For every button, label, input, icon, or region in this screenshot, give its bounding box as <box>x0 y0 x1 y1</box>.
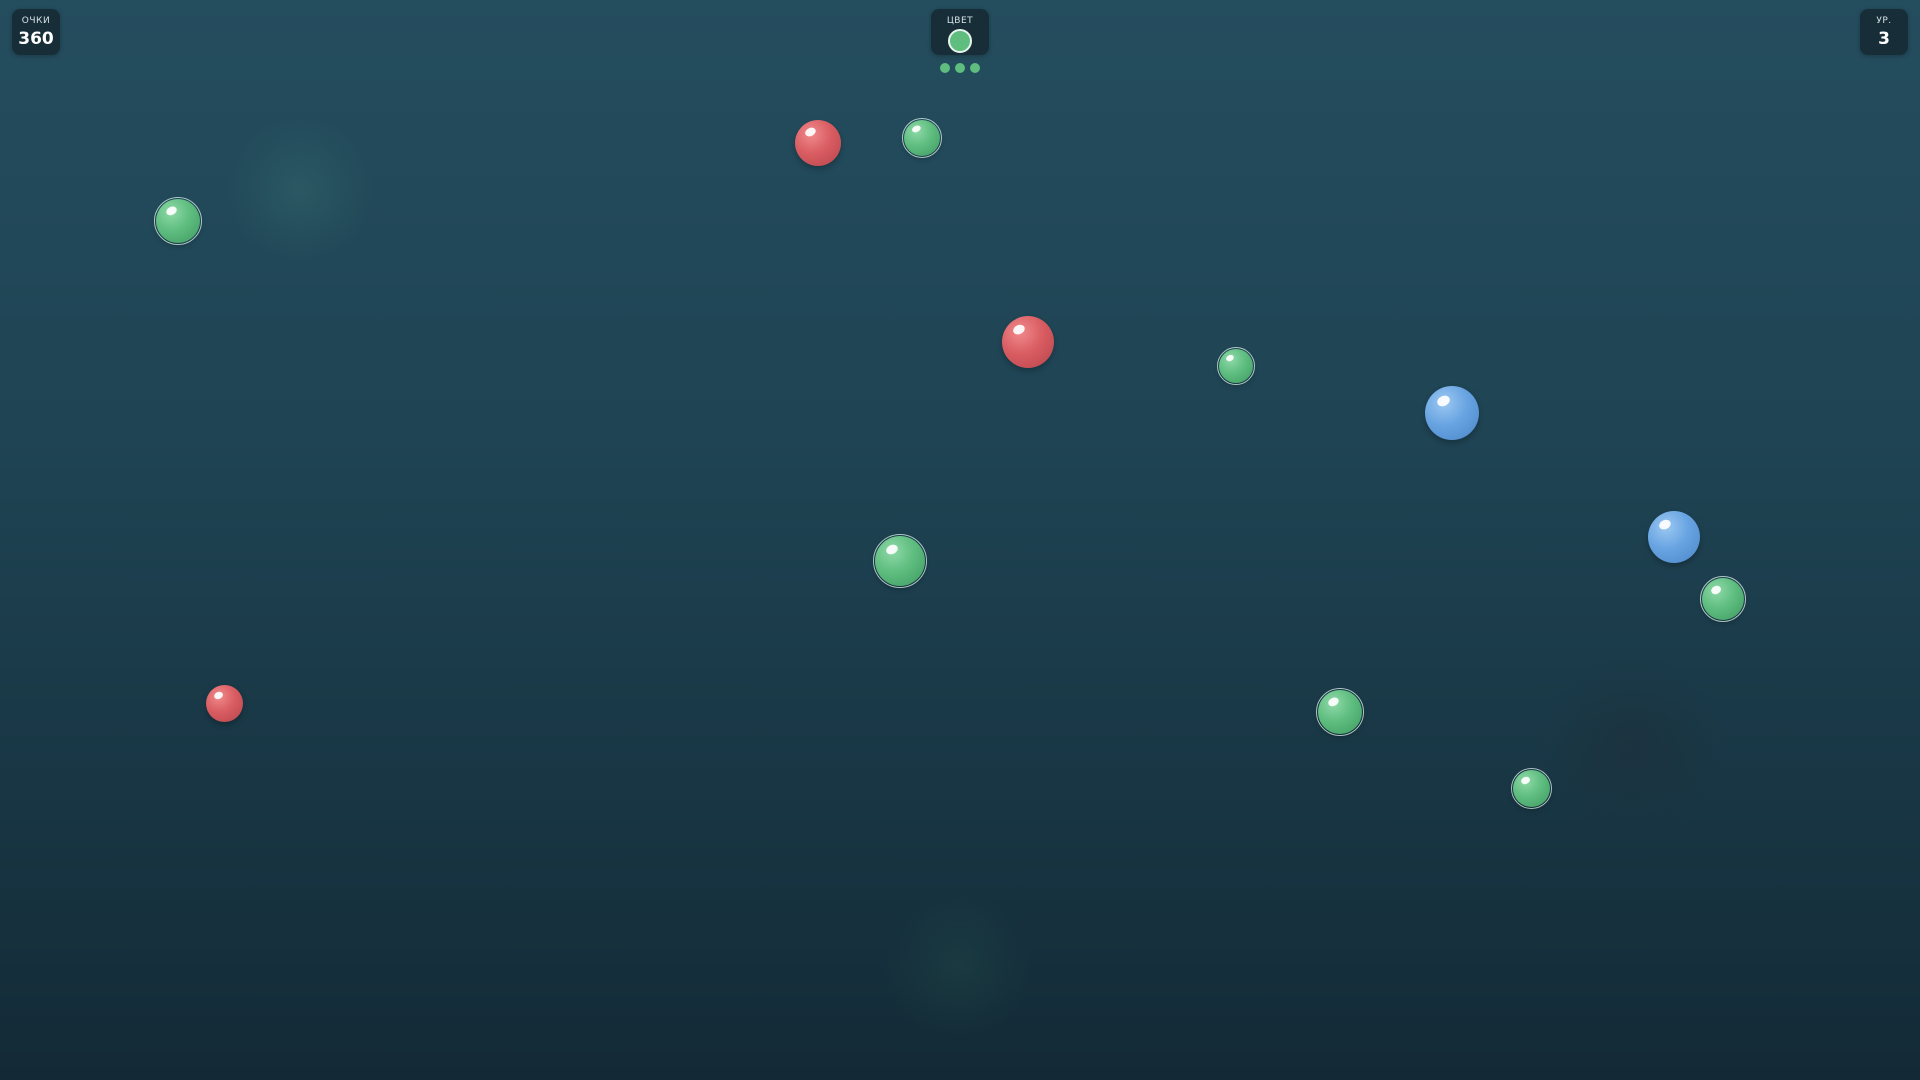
target-color-panel: ЦВЕТ <box>931 9 989 55</box>
blue-ball[interactable] <box>1425 386 1479 440</box>
background-glow <box>878 885 1038 1045</box>
green-ball[interactable] <box>1511 768 1552 809</box>
target-color-label: ЦВЕТ <box>946 16 974 26</box>
background-glow <box>220 110 380 270</box>
life-dot <box>970 63 980 73</box>
score-label: ОЧКИ <box>21 16 51 26</box>
green-ball[interactable] <box>154 197 202 245</box>
score-value: 360 <box>18 29 54 49</box>
green-ball[interactable] <box>1316 688 1364 736</box>
score-panel: ОЧКИ 360 <box>12 9 60 55</box>
red-ball[interactable] <box>1002 316 1054 368</box>
green-ball[interactable] <box>1217 347 1255 385</box>
background-glow <box>1533 645 1733 845</box>
green-ball[interactable] <box>1700 576 1746 622</box>
life-dot <box>955 63 965 73</box>
green-ball[interactable] <box>902 118 942 158</box>
level-panel: УР. 3 <box>1860 9 1908 55</box>
target-color-swatch <box>948 29 972 53</box>
level-value: 3 <box>1878 29 1890 49</box>
green-ball[interactable] <box>873 534 927 588</box>
lives-indicator <box>940 63 980 73</box>
level-label: УР. <box>1876 16 1892 26</box>
blue-ball[interactable] <box>1648 511 1700 563</box>
life-dot <box>940 63 950 73</box>
red-ball[interactable] <box>206 685 243 722</box>
red-ball[interactable] <box>795 120 841 166</box>
